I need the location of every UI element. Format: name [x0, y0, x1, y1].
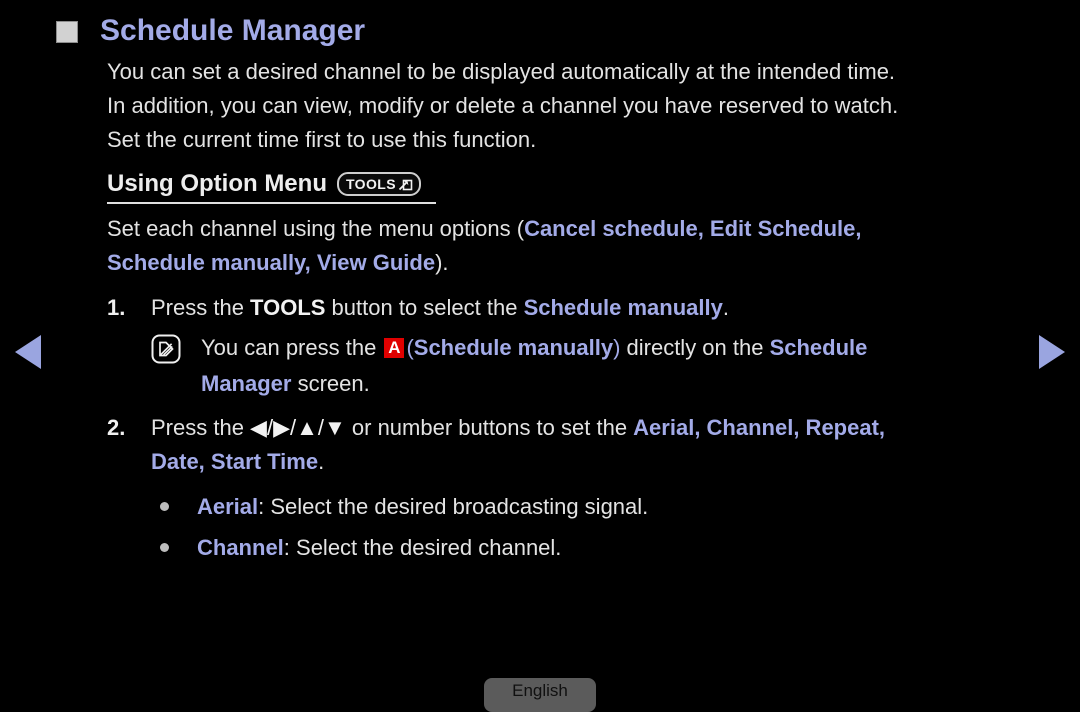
menu-options-line-2: Schedule manually, View Guide).: [107, 246, 1057, 280]
language-button[interactable]: English: [484, 678, 596, 712]
bullet-dot-icon: [160, 543, 169, 552]
bullet-label-channel: Channel: [197, 535, 284, 560]
step-2-line-2: Date, Start Time.: [151, 445, 1067, 479]
note-pen-icon: [151, 334, 181, 364]
step-1-note-body: You can press the A (Schedule manually) d…: [201, 330, 1071, 402]
step-1-note-line-1: You can press the A (Schedule manually) d…: [201, 330, 1071, 366]
list-item: Aerial: Select the desired broadcasting …: [160, 486, 1060, 527]
note-paren-open: (: [406, 335, 414, 360]
step-1-body: Press the TOOLS button to select the Sch…: [151, 291, 1067, 325]
step-1-number: 1.: [107, 295, 126, 320]
step-1-note-line-2: Manager screen.: [201, 366, 1071, 402]
arrow-left-icon[interactable]: [15, 335, 41, 369]
menu-options-highlight-1: Cancel schedule, Edit Schedule,: [524, 216, 862, 241]
direction-keys-icon: ◀/▶/▲/▼: [250, 415, 346, 440]
bullet-dot-icon: [160, 502, 169, 511]
note-highlight-2: Schedule: [769, 335, 868, 360]
bullet-text: Aerial: Select the desired broadcasting …: [197, 486, 648, 527]
tools-arrow-icon: [398, 179, 413, 190]
step-1-line-1: Press the TOOLS button to select the Sch…: [151, 291, 1067, 325]
manual-page-screen: Schedule Manager You can set a desired c…: [0, 0, 1080, 712]
step-1-bold-key: TOOLS: [250, 295, 326, 320]
step-2: 2. Press the ◀/▶/▲/▼ or number buttons t…: [107, 411, 1067, 479]
step-1-text-after: .: [722, 295, 729, 320]
list-item: Channel: Select the desired channel.: [160, 527, 1060, 568]
bullet-desc-channel: : Select the desired channel.: [283, 535, 562, 560]
step-1-text-middle: button to select the: [325, 295, 524, 320]
tools-badge: TOOLS: [336, 172, 421, 196]
menu-options-highlight-2: Schedule manually, View Guide: [107, 250, 436, 275]
page-title: Schedule Manager: [100, 14, 366, 47]
note-highlight-3: Manager: [201, 371, 292, 396]
intro-line-1: You can set a desired channel to be disp…: [107, 59, 896, 84]
bullet-label-aerial: Aerial: [197, 494, 259, 519]
step-2-highlight-1: Aerial, Channel, Repeat,: [633, 415, 886, 440]
step-1-text-before: Press the: [151, 295, 251, 320]
step-2-text-before: Press the: [151, 415, 251, 440]
step-1: 1. Press the TOOLS button to select the …: [107, 291, 1067, 325]
step-2-number: 2.: [107, 415, 126, 440]
intro-line-2: In addition, you can view, modify or del…: [107, 93, 899, 118]
bullet-text: Channel: Select the desired channel.: [197, 527, 561, 568]
menu-options-paragraph: Set each channel using the menu options …: [107, 212, 1057, 280]
section-heading: Using Option Menu: [107, 170, 327, 197]
bullet-desc-aerial: : Select the desired broadcasting signal…: [258, 494, 649, 519]
step-2-text-middle: or number buttons to set the: [345, 415, 634, 440]
option-bullet-list: Aerial: Select the desired broadcasting …: [160, 486, 1060, 568]
section-square-bullet-icon: [56, 21, 78, 43]
key-a-badge: A: [384, 338, 405, 358]
section-heading-row: Using Option Menu TOOLS: [107, 170, 436, 204]
step-2-line-1: Press the ◀/▶/▲/▼ or number buttons to s…: [151, 411, 1067, 445]
note-text-after: screen.: [291, 371, 370, 396]
note-highlight-1: Schedule manually: [413, 335, 614, 360]
menu-options-line-1: Set each channel using the menu options …: [107, 212, 1057, 246]
intro-line-3: Set the current time first to use this f…: [107, 127, 537, 152]
note-text-middle: directly on the: [620, 335, 770, 360]
note-text-before: You can press the: [201, 335, 383, 360]
step-1-note: You can press the A (Schedule manually) d…: [151, 330, 1071, 402]
step-1-highlight: Schedule manually: [523, 295, 723, 320]
page-title-row: Schedule Manager: [56, 12, 365, 50]
step-2-text-after: .: [318, 449, 325, 474]
intro-paragraph: You can set a desired channel to be disp…: [107, 55, 1057, 157]
tools-badge-label: TOOLS: [345, 176, 396, 192]
step-2-highlight-2: Date, Start Time: [151, 449, 319, 474]
menu-options-prefix: Set each channel using the menu options …: [107, 216, 525, 241]
menu-options-suffix: ).: [435, 250, 449, 275]
step-2-body: Press the ◀/▶/▲/▼ or number buttons to s…: [151, 411, 1067, 479]
